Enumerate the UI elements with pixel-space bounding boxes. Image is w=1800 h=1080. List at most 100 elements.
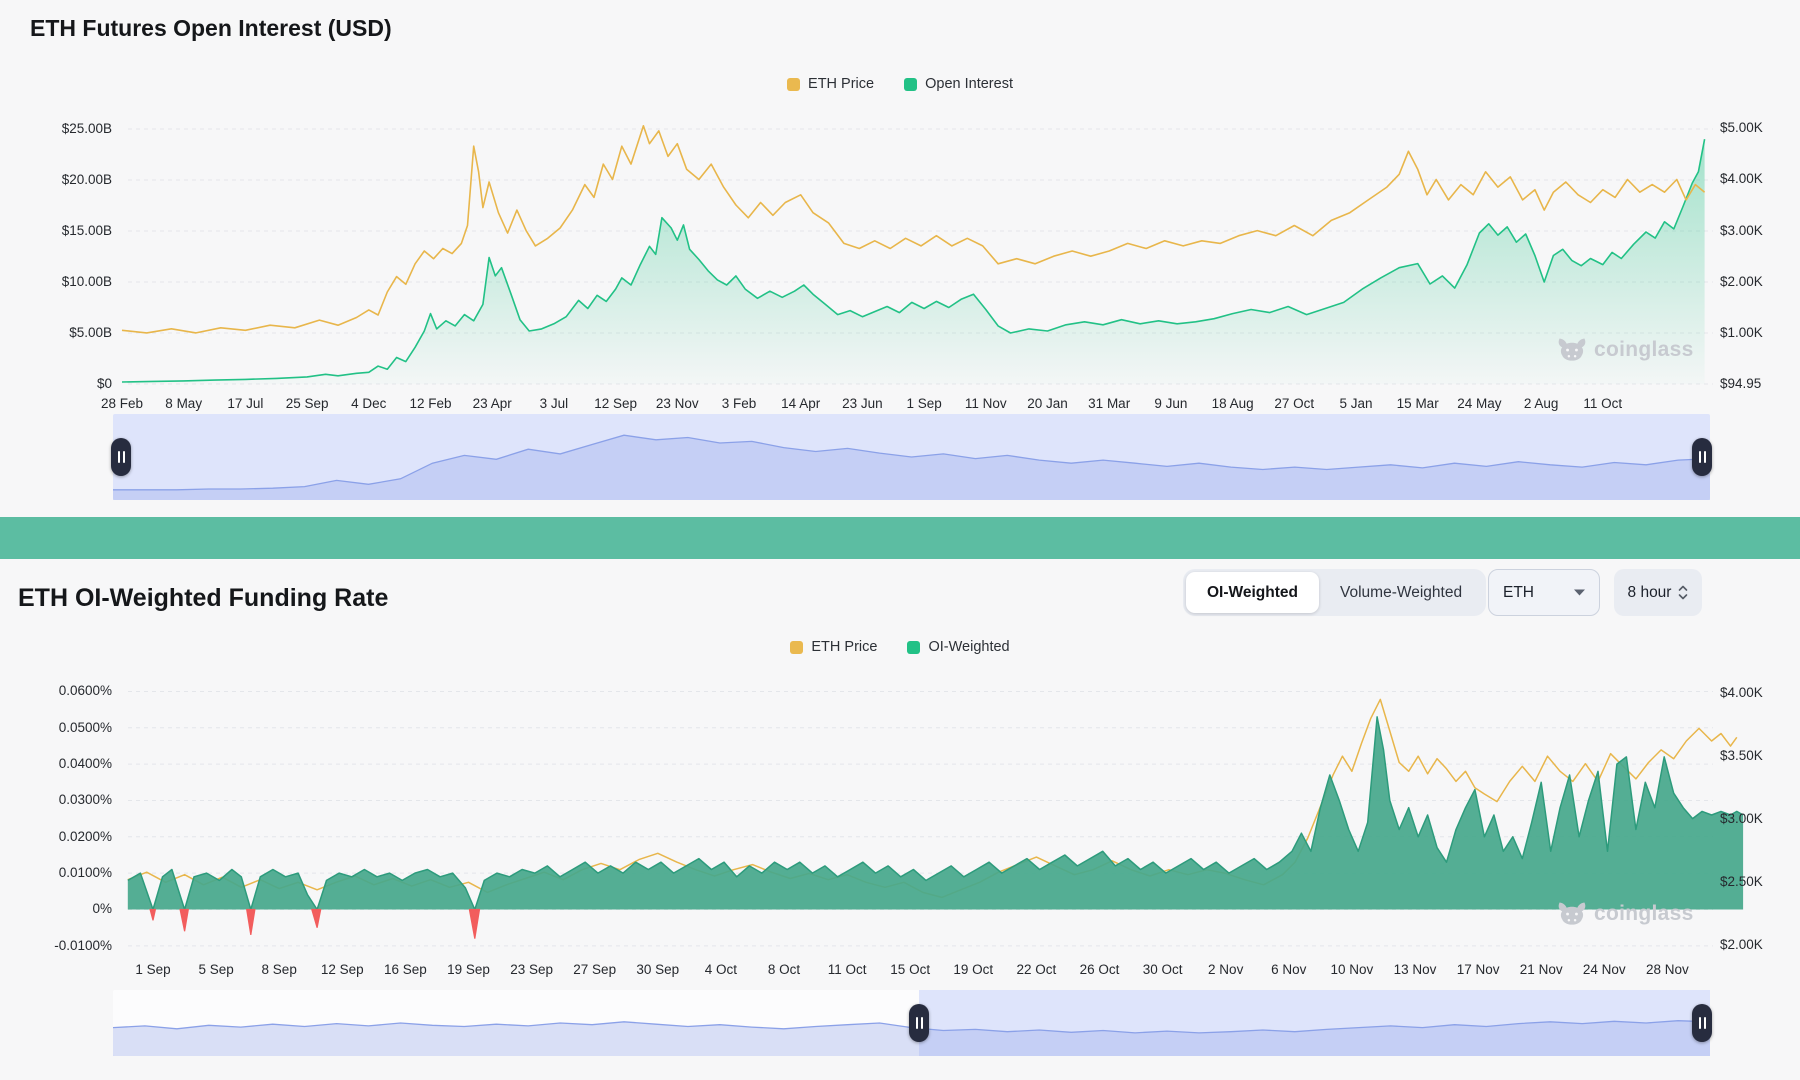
coin-select-value: ETH	[1503, 584, 1534, 602]
x-axis-tick: 1 Sep	[906, 395, 941, 413]
legend-swatch	[787, 78, 800, 91]
x-axis-tick: 11 Oct	[1583, 395, 1622, 413]
y-axis-left-tick: $25.00B	[0, 120, 112, 138]
x-axis-tick: 30 Oct	[1143, 961, 1183, 979]
watermark-label: coinglass	[1594, 338, 1694, 362]
x-axis-tick: 23 Sep	[510, 961, 553, 979]
x-axis-tick: 6 Nov	[1271, 961, 1306, 979]
y-axis-left-tick: 0.0200%	[0, 828, 112, 846]
x-axis-tick: 28 Feb	[101, 395, 143, 413]
x-axis-tick: 23 Apr	[473, 395, 512, 413]
x-axis-tick: 12 Feb	[409, 395, 451, 413]
x-axis-tick: 3 Feb	[722, 395, 757, 413]
x-axis-tick: 2 Nov	[1208, 961, 1243, 979]
x-axis-tick: 8 May	[165, 395, 202, 413]
coinglass-bull-icon	[1556, 898, 1588, 930]
y-axis-left-tick: $0	[0, 375, 112, 393]
y-axis-right-tick: $1.00K	[1720, 324, 1763, 342]
legend-label: Open Interest	[925, 76, 1013, 92]
x-axis-tick: 27 Oct	[1274, 395, 1314, 413]
x-axis-tick: 15 Oct	[890, 961, 930, 979]
x-axis-tick: 26 Oct	[1080, 961, 1120, 979]
x-axis-tick: 5 Sep	[198, 961, 233, 979]
weighting-segmented-control: OI-Weighted Volume-Weighted	[1183, 569, 1486, 616]
y-axis-right-tick: $94.95	[1720, 375, 1761, 393]
x-axis-tick: 17 Nov	[1457, 961, 1500, 979]
oi-chart-range-navigator[interactable]	[113, 414, 1710, 500]
x-axis-tick: 1 Sep	[135, 961, 170, 979]
legend-label: OI-Weighted	[928, 639, 1009, 655]
y-axis-right-tick: $2.00K	[1720, 273, 1763, 291]
up-down-stepper-icon	[1678, 584, 1688, 601]
x-axis-tick: 22 Oct	[1017, 961, 1057, 979]
x-axis-tick: 18 Aug	[1212, 395, 1254, 413]
legend-item[interactable]: OI-Weighted	[907, 639, 1009, 655]
x-axis-tick: 8 Oct	[768, 961, 800, 979]
legend-swatch	[907, 641, 920, 654]
y-axis-right-tick: $4.00K	[1720, 170, 1763, 188]
x-axis-tick: 19 Sep	[447, 961, 490, 979]
x-axis-tick: 31 Mar	[1088, 395, 1130, 413]
x-axis-tick: 30 Sep	[636, 961, 679, 979]
x-axis-tick: 14 Apr	[781, 395, 820, 413]
x-axis-tick: 20 Jan	[1027, 395, 1068, 413]
y-axis-right-tick: $5.00K	[1720, 119, 1763, 137]
legend-item[interactable]: Open Interest	[904, 76, 1013, 92]
volume-weighted-tab[interactable]: Volume-Weighted	[1319, 572, 1483, 613]
x-axis-tick: 9 Jun	[1154, 395, 1187, 413]
funding-chart-range-navigator[interactable]	[113, 990, 1710, 1056]
navigator-right-handle[interactable]	[1692, 438, 1712, 476]
y-axis-left-tick: 0.0500%	[0, 719, 112, 737]
x-axis-tick: 23 Nov	[656, 395, 699, 413]
coin-select-dropdown[interactable]: ETH	[1488, 569, 1600, 616]
y-axis-left-tick: 0.0600%	[0, 682, 112, 700]
x-axis-tick: 5 Jan	[1339, 395, 1372, 413]
y-axis-left-tick: $10.00B	[0, 273, 112, 291]
x-axis-tick: 27 Sep	[573, 961, 616, 979]
legend-item[interactable]: ETH Price	[787, 76, 874, 92]
x-axis-tick: 4 Dec	[351, 395, 386, 413]
x-axis-tick: 2 Aug	[1524, 395, 1559, 413]
coinglass-bull-icon	[1556, 334, 1588, 366]
x-axis-tick: 8 Sep	[262, 961, 297, 979]
x-axis-tick: 10 Nov	[1331, 961, 1374, 979]
x-axis-tick: 24 May	[1457, 395, 1501, 413]
chevron-down-icon	[1574, 589, 1585, 596]
interval-select-value: 8 hour	[1628, 584, 1672, 602]
x-axis-tick: 11 Nov	[965, 395, 1007, 413]
open-interest-legend: ETH Price Open Interest	[0, 76, 1800, 92]
section-divider	[0, 517, 1800, 559]
x-axis-tick: 16 Sep	[384, 961, 427, 979]
y-axis-left-tick: 0.0100%	[0, 864, 112, 882]
x-axis-tick: 21 Nov	[1520, 961, 1563, 979]
x-axis-tick: 12 Sep	[321, 961, 364, 979]
navigator-left-handle[interactable]	[909, 1004, 929, 1042]
navigator-left-handle[interactable]	[111, 438, 131, 476]
legend-swatch	[904, 78, 917, 91]
y-axis-left-tick: 0%	[0, 900, 112, 918]
x-axis-tick: 12 Sep	[594, 395, 637, 413]
y-axis-left-tick: 0.0300%	[0, 791, 112, 809]
legend-label: ETH Price	[808, 76, 874, 92]
x-axis-tick: 19 Oct	[953, 961, 993, 979]
oi-chart-plot-area[interactable]	[125, 105, 1713, 385]
funding-chart-plot-area[interactable]	[128, 678, 1746, 952]
x-axis-tick: 28 Nov	[1646, 961, 1689, 979]
x-axis-tick: 23 Jun	[842, 395, 883, 413]
x-axis-tick: 24 Nov	[1583, 961, 1626, 979]
y-axis-left-tick: 0.0400%	[0, 755, 112, 773]
oi-weighted-tab[interactable]: OI-Weighted	[1186, 572, 1319, 613]
y-axis-left-tick: $20.00B	[0, 171, 112, 189]
legend-item[interactable]: ETH Price	[790, 639, 877, 655]
interval-select-button[interactable]: 8 hour	[1614, 569, 1702, 616]
x-axis-tick: 11 Oct	[828, 961, 867, 979]
coinglass-dashboard: ETH Futures Open Interest (USD) ETH Pric…	[0, 0, 1800, 1080]
coinglass-watermark: coinglass	[1556, 334, 1694, 366]
legend-label: ETH Price	[811, 639, 877, 655]
funding-rate-chart-title: ETH OI-Weighted Funding Rate	[18, 584, 388, 613]
x-axis-tick: 3 Jul	[540, 395, 569, 413]
x-axis-tick: 15 Mar	[1397, 395, 1439, 413]
legend-swatch	[790, 641, 803, 654]
navigator-right-handle[interactable]	[1692, 1004, 1712, 1042]
x-axis-tick: 17 Jul	[227, 395, 263, 413]
